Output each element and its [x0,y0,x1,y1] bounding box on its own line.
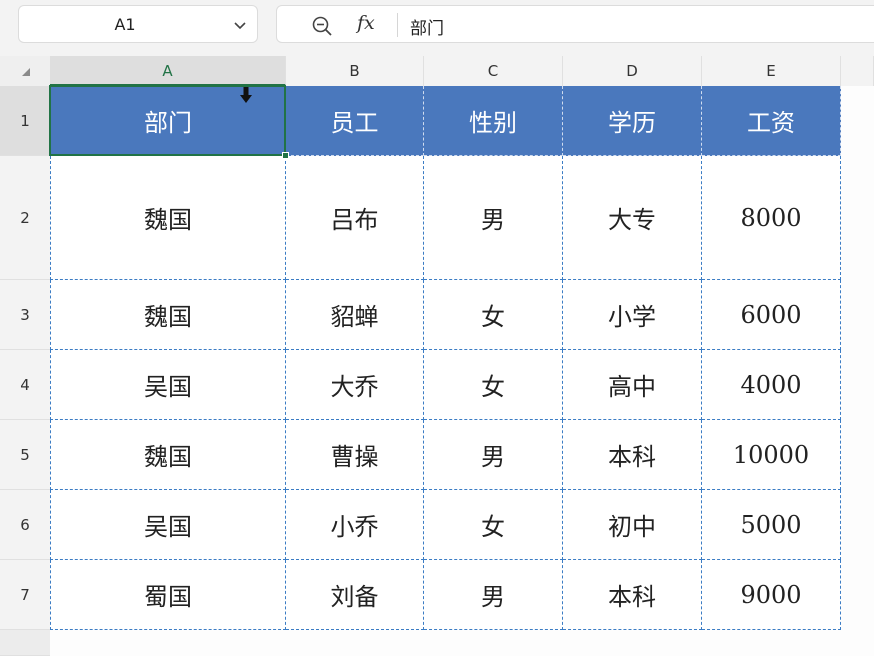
table-cell[interactable]: 男 [424,156,563,280]
row-header-1[interactable]: 1 [0,86,50,156]
table-cell[interactable]: 刘备 [286,560,424,630]
row-header-5[interactable]: 5 [0,420,50,490]
chevron-down-icon[interactable] [233,18,247,32]
row-header-3[interactable]: 3 [0,280,50,350]
table-cell[interactable]: 小学 [563,280,702,350]
table-cell[interactable]: 貂蝉 [286,280,424,350]
table-cell[interactable]: 大乔 [286,350,424,420]
cursor-icon [240,87,252,103]
table-cell[interactable]: 男 [424,420,563,490]
row-header-4[interactable]: 4 [0,350,50,420]
table-cell[interactable]: 大专 [563,156,702,280]
column-header-empty [841,56,874,86]
formula-bar[interactable]: fx 部门 [276,5,874,43]
name-box-value: A1 [114,15,136,34]
column-header-b[interactable]: B [286,56,424,86]
table-cell[interactable]: 曹操 [286,420,424,490]
formula-content[interactable]: 部门 [410,14,444,39]
table-cell[interactable]: 小乔 [286,490,424,560]
table-cell[interactable]: 女 [424,350,563,420]
table-cell[interactable]: 8000 [702,156,841,280]
select-all-corner[interactable] [0,56,50,86]
table-header-cell[interactable]: 性别 [424,86,563,156]
table-cell[interactable]: 5000 [702,490,841,560]
formula-separator [397,13,398,37]
row-header-2[interactable]: 2 [0,156,50,280]
table-header-cell[interactable]: 工资 [702,86,841,156]
table-header-cell[interactable]: 学历 [563,86,702,156]
table-cell[interactable]: 吴国 [50,490,286,560]
table-cell[interactable]: 初中 [563,490,702,560]
table-cell[interactable]: 高中 [563,350,702,420]
table-cell[interactable]: 女 [424,280,563,350]
column-header-d[interactable]: D [563,56,702,86]
row-header-empty [0,630,50,656]
table-cell[interactable]: 4000 [702,350,841,420]
table-cell[interactable]: 魏国 [50,420,286,490]
formula-toolbar: A1 fx 部门 [0,0,874,56]
column-header-c[interactable]: C [424,56,563,86]
table-cell[interactable]: 6000 [702,280,841,350]
table-cell[interactable]: 魏国 [50,280,286,350]
row-header-6[interactable]: 6 [0,490,50,560]
table-cell[interactable]: 男 [424,560,563,630]
table-cell[interactable]: 蜀国 [50,560,286,630]
table-cell[interactable]: 吴国 [50,350,286,420]
table-cell[interactable]: 女 [424,490,563,560]
table-cell[interactable]: 本科 [563,560,702,630]
table-cell[interactable]: 10000 [702,420,841,490]
table-cell[interactable]: 本科 [563,420,702,490]
table-header-cell[interactable]: 员工 [286,86,424,156]
column-header-a[interactable]: A [50,56,286,86]
fill-handle[interactable] [282,152,289,159]
table-cell[interactable]: 吕布 [286,156,424,280]
name-box[interactable]: A1 [18,5,258,43]
fx-label[interactable]: fx [357,12,375,34]
zoom-out-icon[interactable] [311,15,333,37]
column-header-e[interactable]: E [702,56,841,86]
table-cell[interactable]: 魏国 [50,156,286,280]
table-cell[interactable]: 9000 [702,560,841,630]
row-header-7[interactable]: 7 [0,560,50,630]
select-all-icon [22,68,30,76]
